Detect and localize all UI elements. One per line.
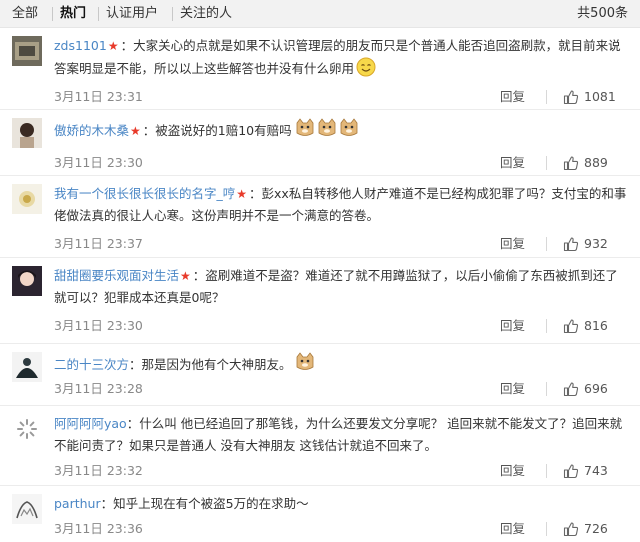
divider <box>546 382 547 396</box>
divider <box>546 90 547 104</box>
divider <box>546 237 547 251</box>
comment-username[interactable]: 二的十三次方 <box>54 357 129 372</box>
comment-text: ：大家关心的点就是如果不认识管理层的朋友而只是个普通人能否追回盗刷款，就目前来说… <box>54 38 621 76</box>
like-count: 889 <box>584 155 608 170</box>
reply-button[interactable]: 回复 <box>500 381 525 397</box>
divider <box>546 156 547 170</box>
comment-text: ：什么叫 他已经追回了那笔钱，为什么还要发文分享呢？ 追回来就不能发文了？追回来… <box>54 416 623 453</box>
avatar[interactable] <box>12 414 42 444</box>
comment-username[interactable]: 甜甜圈要乐观面对生活 <box>54 268 179 283</box>
comment-username[interactable]: zds1101 <box>54 38 107 53</box>
like-count: 726 <box>584 521 608 536</box>
doge-emoji-icon <box>294 351 316 373</box>
comment-username[interactable]: 傲娇的木木桑 <box>54 123 129 138</box>
comment-username[interactable]: parthur <box>54 496 101 511</box>
reply-button[interactable]: 回复 <box>500 318 525 334</box>
thumbs-up-icon[interactable] <box>563 381 579 397</box>
comment-timestamp: 3月11日 23:28 <box>54 381 143 396</box>
thumbs-up-icon[interactable] <box>563 463 579 479</box>
comment-item: 傲娇的木木桑★ ：被盗说好的1赔10有赔吗 3月11日 23:30 回复 889 <box>0 110 640 176</box>
like-count: 743 <box>584 463 608 478</box>
divider <box>546 522 547 536</box>
avatar[interactable] <box>12 352 42 382</box>
avatar[interactable] <box>12 36 42 66</box>
comment-item: 甜甜圈要乐观面对生活★ ：盗刷难道不是盗？难道还了就不用蹲监狱了，以后小偷偷了东西… <box>0 258 640 344</box>
tab-all[interactable]: 全部 <box>12 5 38 23</box>
comment-item: parthur：知乎上现在有个被盗5万的在求助～ 3月11日 23:36 回复 … <box>0 486 640 542</box>
comment-timestamp: 3月11日 23:30 <box>54 155 143 170</box>
reply-button[interactable]: 回复 <box>500 236 525 252</box>
comment-timestamp: 3月11日 23:30 <box>54 318 143 333</box>
comment-body: 傲娇的木木桑★ ：被盗说好的1赔10有赔吗 <box>54 117 630 142</box>
avatar[interactable] <box>12 184 42 214</box>
reply-button[interactable]: 回复 <box>500 521 525 537</box>
divider <box>546 464 547 478</box>
like-count: 1081 <box>584 89 616 104</box>
comment-username[interactable]: 阿阿阿阿yao <box>54 416 127 431</box>
comment-body: 我有一个很长很长很长的名字_哼★ ：彭xx私自转移他人财产难道不是已经构成犯罪了吗… <box>54 183 630 227</box>
comment-text: ：被盗说好的1赔10有赔吗 <box>142 123 292 138</box>
star-icon: ★ <box>180 269 191 283</box>
thumbs-up-icon[interactable] <box>563 89 579 105</box>
star-icon: ★ <box>236 187 248 201</box>
avatar[interactable] <box>12 494 42 524</box>
comment-item: zds1101★ ：大家关心的点就是如果不认识管理层的朋友而只是个普通人能否追回盗… <box>0 28 640 110</box>
comment-item: 二的十三次方：那是因为他有个大神朋友。 3月11日 23:28 回复 696 <box>0 344 640 406</box>
thumbs-up-icon[interactable] <box>563 155 579 171</box>
comment-body: 甜甜圈要乐观面对生活★ ：盗刷难道不是盗？难道还了就不用蹲监狱了，以后小偷偷了东西… <box>54 265 630 309</box>
comment-total-count: 共500条 <box>577 6 628 21</box>
comment-timestamp: 3月11日 23:31 <box>54 89 143 104</box>
smile-emoji-icon <box>356 57 376 77</box>
tab-verified-users[interactable]: 认证用户 <box>106 5 158 23</box>
reply-button[interactable]: 回复 <box>500 89 525 105</box>
tab-divider <box>98 7 99 21</box>
avatar[interactable] <box>12 118 42 148</box>
comment-text: ：那是因为他有个大神朋友。 <box>129 357 292 372</box>
like-count: 816 <box>584 318 608 333</box>
comment-body: 二的十三次方：那是因为他有个大神朋友。 <box>54 351 630 376</box>
tab-hot[interactable]: 热门 <box>60 5 86 23</box>
tab-divider <box>52 7 53 21</box>
tab-following[interactable]: 关注的人 <box>180 5 232 23</box>
reply-button[interactable]: 回复 <box>500 155 525 171</box>
thumbs-up-icon[interactable] <box>563 236 579 252</box>
comment-filter-bar: 全部 热门 认证用户 关注的人 共500条 <box>0 0 640 28</box>
comment-username[interactable]: 我有一个很长很长很长的名字_哼 <box>54 186 235 201</box>
doge-emoji-icon <box>294 117 360 139</box>
divider <box>546 319 547 333</box>
thumbs-up-icon[interactable] <box>563 521 579 537</box>
comment-item: 我有一个很长很长很长的名字_哼★ ：彭xx私自转移他人财产难道不是已经构成犯罪了吗… <box>0 176 640 258</box>
comment-timestamp: 3月11日 23:36 <box>54 521 143 536</box>
reply-button[interactable]: 回复 <box>500 463 525 479</box>
star-icon: ★ <box>107 39 119 53</box>
comment-timestamp: 3月11日 23:32 <box>54 463 143 478</box>
comment-body: parthur：知乎上现在有个被盗5万的在求助～ <box>54 493 630 515</box>
tab-divider <box>172 7 173 21</box>
thumbs-up-icon[interactable] <box>563 318 579 334</box>
star-icon: ★ <box>130 124 141 138</box>
avatar[interactable] <box>12 266 42 296</box>
like-count: 696 <box>584 381 608 396</box>
like-count: 932 <box>584 236 608 251</box>
comment-text: ：知乎上现在有个被盗5万的在求助～ <box>100 496 309 511</box>
comment-body: zds1101★ ：大家关心的点就是如果不认识管理层的朋友而只是个普通人能否追回盗… <box>54 35 630 80</box>
comment-item: 阿阿阿阿yao：什么叫 他已经追回了那笔钱，为什么还要发文分享呢？ 追回来就不能… <box>0 406 640 486</box>
comment-timestamp: 3月11日 23:37 <box>54 236 143 251</box>
comment-body: 阿阿阿阿yao：什么叫 他已经追回了那笔钱，为什么还要发文分享呢？ 追回来就不能… <box>54 413 630 457</box>
